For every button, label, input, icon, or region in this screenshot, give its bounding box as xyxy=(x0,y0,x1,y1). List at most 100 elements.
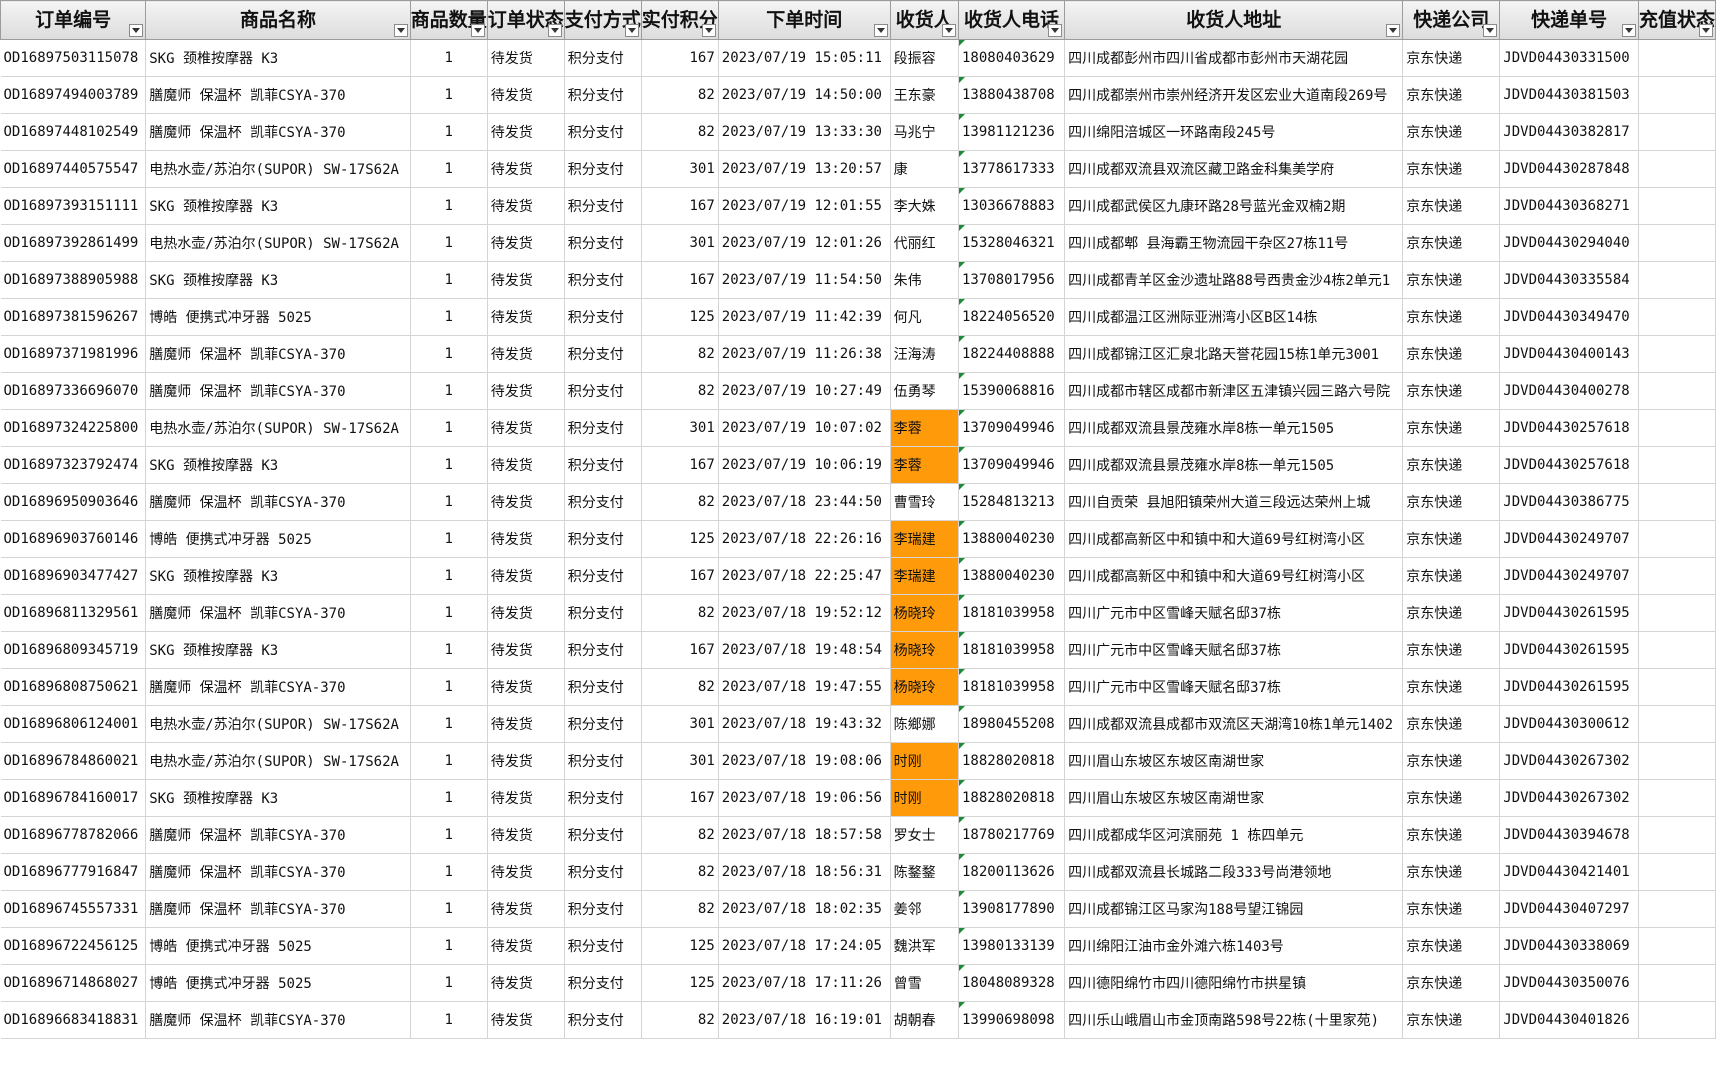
cell-qty[interactable]: 1 xyxy=(410,927,488,965)
cell-order_id[interactable]: OD16896950903646 xyxy=(0,483,147,521)
cell-phone[interactable]: 18200113626 xyxy=(958,853,1066,891)
cell-product[interactable]: 膳魔师 保温杯 凯菲CSYA-370 xyxy=(145,335,411,373)
filter-dropdown-icon[interactable] xyxy=(1483,24,1498,37)
cell-order_id[interactable]: OD16897324225800 xyxy=(0,409,147,447)
cell-recipient[interactable]: 杨晓玲 xyxy=(890,631,959,669)
cell-payment[interactable]: 积分支付 xyxy=(564,557,642,595)
cell-phone[interactable]: 18224408888 xyxy=(958,335,1066,373)
cell-order_id[interactable]: OD16896811329561 xyxy=(0,594,147,632)
cell-product[interactable]: SKG 颈椎按摩器 K3 xyxy=(145,446,411,484)
cell-order_id[interactable]: OD16897503115078 xyxy=(0,39,147,77)
cell-status[interactable]: 待发货 xyxy=(487,409,565,447)
cell-address[interactable]: 四川成都双流县双流区藏卫路金科集美学府 xyxy=(1064,150,1404,188)
cell-points[interactable]: 167 xyxy=(641,39,719,77)
cell-qty[interactable]: 1 xyxy=(410,261,488,299)
cell-tracking[interactable]: JDVD04430421401 xyxy=(1499,853,1639,891)
cell-courier[interactable]: 京东快递 xyxy=(1402,39,1501,77)
cell-order_id[interactable]: OD16896808750621 xyxy=(0,668,147,706)
cell-qty[interactable]: 1 xyxy=(410,298,488,336)
cell-order_id[interactable]: OD16897336696070 xyxy=(0,372,147,410)
cell-tracking[interactable]: JDVD04430249707 xyxy=(1499,520,1639,558)
cell-phone[interactable]: 13980133139 xyxy=(958,927,1066,965)
cell-payment[interactable]: 积分支付 xyxy=(564,853,642,891)
cell-phone[interactable]: 15390068816 xyxy=(958,372,1066,410)
cell-payment[interactable]: 积分支付 xyxy=(564,409,642,447)
cell-order_id[interactable]: OD16896722456125 xyxy=(0,927,147,965)
cell-recharge[interactable] xyxy=(1638,594,1716,632)
column-header-recharge[interactable]: 充值状态 xyxy=(1637,0,1716,40)
cell-courier[interactable]: 京东快递 xyxy=(1402,150,1501,188)
cell-time[interactable]: 2023/07/19 10:27:49 xyxy=(718,372,891,410)
cell-payment[interactable]: 积分支付 xyxy=(564,668,642,706)
cell-address[interactable]: 四川绵阳江油市金外滩六栋1403号 xyxy=(1064,927,1404,965)
cell-payment[interactable]: 积分支付 xyxy=(564,594,642,632)
cell-product[interactable]: SKG 颈椎按摩器 K3 xyxy=(145,39,411,77)
cell-address[interactable]: 四川成都彭州市四川省成都市彭州市天湖花园 xyxy=(1064,39,1404,77)
cell-product[interactable]: 膳魔师 保温杯 凯菲CSYA-370 xyxy=(145,890,411,928)
cell-payment[interactable]: 积分支付 xyxy=(564,520,642,558)
cell-product[interactable]: 博皓 便携式冲牙器 5025 xyxy=(145,298,411,336)
cell-status[interactable]: 待发货 xyxy=(487,668,565,706)
cell-recharge[interactable] xyxy=(1638,224,1716,262)
cell-product[interactable]: 博皓 便携式冲牙器 5025 xyxy=(145,927,411,965)
cell-recharge[interactable] xyxy=(1638,187,1716,225)
cell-points[interactable]: 167 xyxy=(641,631,719,669)
cell-time[interactable]: 2023/07/19 13:20:57 xyxy=(718,150,891,188)
cell-points[interactable]: 82 xyxy=(641,483,719,521)
cell-points[interactable]: 125 xyxy=(641,927,719,965)
cell-payment[interactable]: 积分支付 xyxy=(564,779,642,817)
cell-phone[interactable]: 15284813213 xyxy=(958,483,1066,521)
cell-points[interactable]: 82 xyxy=(641,668,719,706)
cell-order_id[interactable]: OD16897448102549 xyxy=(0,113,147,151)
cell-order_id[interactable]: OD16896806124001 xyxy=(0,705,147,743)
cell-address[interactable]: 四川广元市中区雪峰天赋名邸37栋 xyxy=(1064,631,1404,669)
cell-payment[interactable]: 积分支付 xyxy=(564,483,642,521)
cell-courier[interactable]: 京东快递 xyxy=(1402,409,1501,447)
cell-status[interactable]: 待发货 xyxy=(487,150,565,188)
cell-qty[interactable]: 1 xyxy=(410,39,488,77)
cell-courier[interactable]: 京东快递 xyxy=(1402,927,1501,965)
cell-tracking[interactable]: JDVD04430381503 xyxy=(1499,76,1639,114)
cell-qty[interactable]: 1 xyxy=(410,520,488,558)
cell-points[interactable]: 167 xyxy=(641,261,719,299)
cell-phone[interactable]: 18980455208 xyxy=(958,705,1066,743)
cell-time[interactable]: 2023/07/19 11:42:39 xyxy=(718,298,891,336)
cell-tracking[interactable]: JDVD04430257618 xyxy=(1499,446,1639,484)
column-header-courier[interactable]: 快递公司 xyxy=(1402,0,1501,40)
cell-phone[interactable]: 13880438708 xyxy=(958,76,1066,114)
cell-phone[interactable]: 18828020818 xyxy=(958,742,1066,780)
cell-product[interactable]: 电热水壶/苏泊尔(SUPOR) SW-17S62A xyxy=(145,150,411,188)
cell-phone[interactable]: 13036678883 xyxy=(958,187,1066,225)
cell-status[interactable]: 待发货 xyxy=(487,557,565,595)
cell-recipient[interactable]: 李瑞建 xyxy=(890,557,959,595)
cell-address[interactable]: 四川成都双流县景茂雍水岸8栋一单元1505 xyxy=(1064,446,1404,484)
column-header-order_id[interactable]: 订单编号 xyxy=(0,0,147,40)
cell-phone[interactable]: 18048089328 xyxy=(958,964,1066,1002)
cell-qty[interactable]: 1 xyxy=(410,890,488,928)
cell-phone[interactable]: 13880040230 xyxy=(958,520,1066,558)
cell-recharge[interactable] xyxy=(1638,39,1716,77)
filter-dropdown-icon[interactable] xyxy=(873,24,888,37)
cell-courier[interactable]: 京东快递 xyxy=(1402,483,1501,521)
column-header-status[interactable]: 订单状态 xyxy=(486,0,565,40)
cell-recipient[interactable]: 杨晓玲 xyxy=(890,668,959,706)
cell-tracking[interactable]: JDVD04430401826 xyxy=(1499,1001,1639,1039)
cell-recipient[interactable]: 曾雪 xyxy=(890,964,959,1002)
cell-time[interactable]: 2023/07/18 17:24:05 xyxy=(718,927,891,965)
cell-address[interactable]: 四川广元市中区雪峰天赋名邸37栋 xyxy=(1064,594,1404,632)
cell-recipient[interactable]: 时刚 xyxy=(890,779,959,817)
cell-product[interactable]: 膳魔师 保温杯 凯菲CSYA-370 xyxy=(145,594,411,632)
cell-recipient[interactable]: 罗女士 xyxy=(890,816,959,854)
cell-recharge[interactable] xyxy=(1638,927,1716,965)
cell-points[interactable]: 125 xyxy=(641,964,719,1002)
filter-dropdown-icon[interactable] xyxy=(129,24,144,37)
cell-address[interactable]: 四川成都双流县景茂雍水岸8栋一单元1505 xyxy=(1064,409,1404,447)
cell-product[interactable]: SKG 颈椎按摩器 K3 xyxy=(145,631,411,669)
cell-phone[interactable]: 18181039958 xyxy=(958,631,1066,669)
cell-recharge[interactable] xyxy=(1638,964,1716,1002)
cell-phone[interactable]: 18181039958 xyxy=(958,668,1066,706)
cell-time[interactable]: 2023/07/18 19:06:56 xyxy=(718,779,891,817)
cell-phone[interactable]: 13908177890 xyxy=(958,890,1066,928)
cell-address[interactable]: 四川广元市中区雪峰天赋名邸37栋 xyxy=(1064,668,1404,706)
cell-recharge[interactable] xyxy=(1638,816,1716,854)
